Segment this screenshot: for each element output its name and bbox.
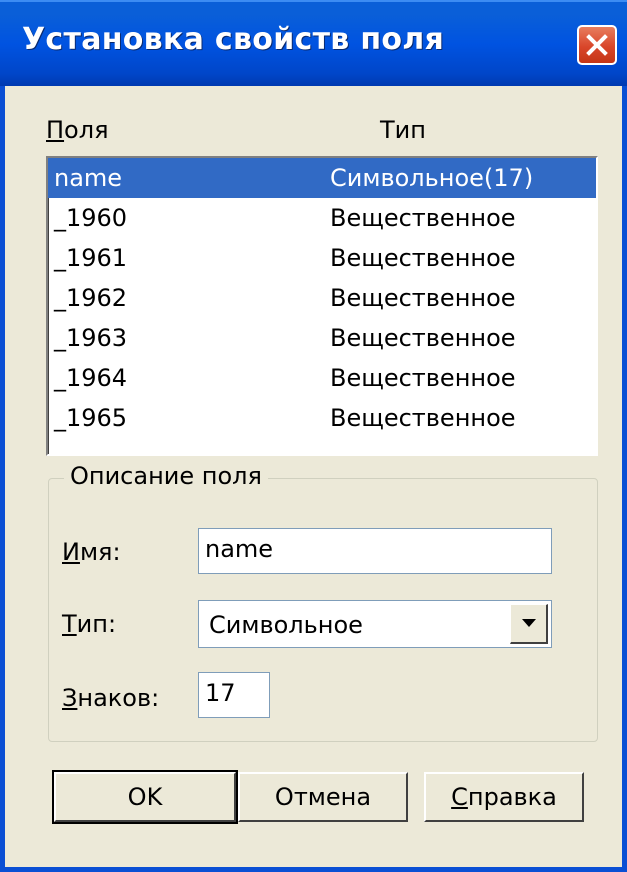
field-type: Вещественное	[330, 364, 516, 392]
field-type: Символьное(17)	[330, 164, 534, 192]
close-icon	[586, 34, 608, 56]
close-button[interactable]	[577, 25, 617, 65]
field-type: Вещественное	[330, 204, 516, 232]
list-item[interactable]: _1965 Вещественное	[48, 398, 596, 438]
list-item[interactable]: _1964 Вещественное	[48, 358, 596, 398]
chars-label-rest: наков:	[77, 684, 160, 712]
name-label-rest: мя:	[79, 538, 121, 566]
fields-header-accel: П	[46, 116, 65, 144]
title-bar[interactable]: Установка свойств поля	[0, 0, 627, 86]
chars-label-accel: З	[62, 684, 78, 712]
type-dropdown-button[interactable]	[510, 604, 548, 644]
chars-input-value: 17	[205, 679, 236, 707]
field-name: _1964	[54, 364, 128, 392]
field-type: Вещественное	[330, 404, 516, 432]
list-item[interactable]: _1963 Вещественное	[48, 318, 596, 358]
window-frame-bottom	[0, 867, 627, 872]
field-name: _1963	[54, 324, 128, 352]
help-button-rest: правка	[467, 783, 557, 811]
field-type: Вещественное	[330, 324, 516, 352]
chars-input[interactable]: 17	[198, 672, 270, 718]
name-input[interactable]: name	[198, 528, 552, 574]
name-label: Имя:	[62, 538, 121, 566]
fields-column-header: Поля	[46, 116, 109, 144]
field-name: name	[54, 164, 123, 192]
type-select[interactable]: Символьное	[198, 600, 552, 648]
window-frame-left	[0, 86, 5, 872]
name-input-value: name	[205, 535, 274, 563]
list-item[interactable]: _1960 Вещественное	[48, 198, 596, 238]
field-name: _1965	[54, 404, 128, 432]
chars-label: Знаков:	[62, 684, 159, 712]
cancel-button-label: Отмена	[274, 783, 372, 811]
field-name: _1961	[54, 244, 128, 272]
help-button[interactable]: Справка	[424, 772, 584, 822]
field-name: _1960	[54, 204, 128, 232]
type-label: Тип:	[62, 610, 116, 638]
type-label-accel: Т	[62, 610, 77, 638]
name-label-accel: И	[62, 538, 80, 566]
list-item[interactable]: _1961 Вещественное	[48, 238, 596, 278]
list-item[interactable]: name Символьное(17)	[48, 158, 596, 198]
list-item[interactable]: _1962 Вещественное	[48, 278, 596, 318]
type-column-header: Тип	[380, 116, 426, 144]
field-type: Вещественное	[330, 244, 516, 272]
type-select-value: Символьное	[209, 611, 363, 639]
chevron-down-icon	[522, 619, 536, 627]
dialog-title: Установка свойств поля	[22, 22, 445, 57]
fields-listbox[interactable]: name Символьное(17) _1960 Вещественное _…	[46, 156, 598, 456]
type-label-rest: ип:	[76, 610, 117, 638]
field-type: Вещественное	[330, 284, 516, 312]
group-title: Описание поля	[64, 462, 268, 490]
field-name: _1962	[54, 284, 128, 312]
cancel-button[interactable]: Отмена	[238, 772, 408, 822]
ok-button-label: OK	[127, 783, 163, 811]
help-button-accel: С	[451, 783, 468, 811]
fields-header-rest: оля	[64, 116, 109, 144]
window-frame-right	[622, 86, 627, 872]
ok-button[interactable]: OK	[52, 770, 238, 824]
